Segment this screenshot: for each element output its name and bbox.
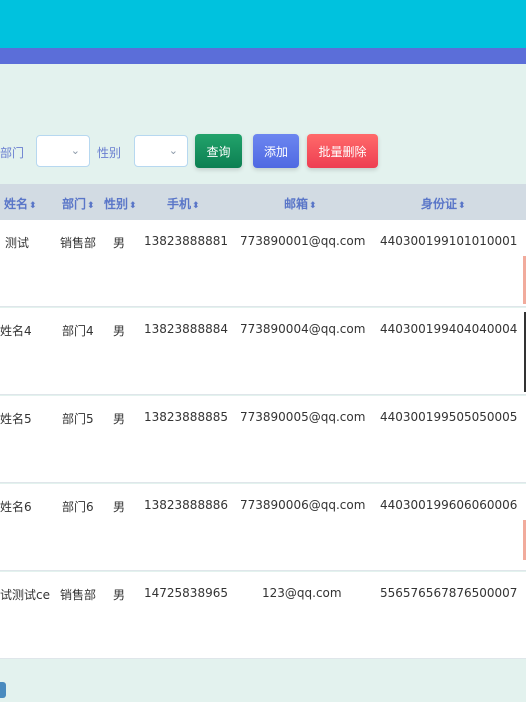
dept-filter-label: 部门 — [0, 146, 25, 160]
add-button[interactable]: 添加 — [253, 134, 299, 168]
sort-icon[interactable]: ⬍ — [309, 201, 317, 211]
column-header-dept[interactable]: 部门⬍ — [62, 195, 95, 212]
cell-id: 440300199101010001 — [380, 234, 518, 248]
cell-sex: 男 — [113, 588, 126, 602]
pagination-button[interactable] — [0, 682, 6, 698]
cell-phone: 13823888881 — [144, 234, 228, 248]
chevron-down-icon: ⌄ — [70, 144, 80, 157]
cell-dept: 部门6 — [62, 500, 94, 514]
cell-email: 773890005@qq.com — [240, 410, 366, 424]
cell-phone: 13823888884 — [144, 322, 228, 336]
cell-sex: 男 — [113, 324, 126, 338]
cell-id: 440300199505050005 — [380, 410, 518, 424]
cell-phone: 14725838965 — [144, 586, 228, 600]
table-row[interactable]: 测试 销售部 男 13823888881 773890001@qq.com 44… — [0, 220, 526, 307]
cell-name: 姓名5 — [0, 412, 32, 426]
cell-email: 773890004@qq.com — [240, 322, 366, 336]
sort-icon[interactable]: ⬍ — [458, 201, 466, 211]
cell-name: 姓名6 — [0, 500, 32, 514]
cell-id: 440300199404040004 — [380, 322, 518, 336]
cell-name: 姓名4 — [0, 324, 32, 338]
cell-sex: 男 — [113, 236, 126, 250]
table-header: 姓名⬍ 部门⬍ 性别⬍ 手机⬍ 邮箱⬍ 身份证⬍ — [0, 184, 526, 220]
sort-icon[interactable]: ⬍ — [87, 201, 95, 211]
cell-dept: 销售部 — [60, 588, 97, 602]
sort-icon[interactable]: ⬍ — [129, 201, 137, 211]
filter-bar: 部门 ⌄ 性别 ⌄ 查询 添加 批量删除 — [0, 134, 526, 170]
cell-dept: 部门5 — [62, 412, 94, 426]
cell-phone: 13823888886 — [144, 498, 228, 512]
cell-email: 773890001@qq.com — [240, 234, 366, 248]
column-header-id[interactable]: 身份证⬍ — [421, 195, 466, 212]
cell-email: 123@qq.com — [262, 586, 342, 600]
cell-sex: 男 — [113, 412, 126, 426]
chevron-down-icon: ⌄ — [168, 144, 178, 157]
cell-dept: 销售部 — [60, 236, 97, 250]
table-row[interactable]: 姓名5 部门5 男 13823888885 773890005@qq.com 4… — [0, 396, 526, 483]
table-row[interactable]: 试测试ce 销售部 男 14725838965 123@qq.com 55657… — [0, 572, 526, 659]
search-button[interactable]: 查询 — [195, 134, 242, 168]
column-header-email[interactable]: 邮箱⬍ — [284, 195, 317, 212]
top-header-bar — [0, 0, 526, 48]
batch-delete-button[interactable]: 批量删除 — [307, 134, 378, 168]
cell-sex: 男 — [113, 500, 126, 514]
sex-filter-label: 性别 — [97, 146, 122, 160]
cell-name: 测试 — [5, 236, 30, 250]
cell-id: 556576567876500007 — [380, 586, 518, 600]
cell-id: 440300199606060006 — [380, 498, 518, 512]
navigation-bar — [0, 48, 526, 64]
dept-select[interactable]: ⌄ — [36, 135, 90, 167]
column-header-name[interactable]: 姓名⬍ — [4, 195, 37, 212]
cell-phone: 13823888885 — [144, 410, 228, 424]
table-row[interactable]: 姓名4 部门4 男 13823888884 773890004@qq.com 4… — [0, 308, 526, 395]
sort-icon[interactable]: ⬍ — [192, 201, 200, 211]
cell-name: 试测试ce — [0, 588, 50, 602]
sort-icon[interactable]: ⬍ — [29, 201, 37, 211]
column-header-sex[interactable]: 性别⬍ — [104, 195, 137, 212]
cell-email: 773890006@qq.com — [240, 498, 366, 512]
cell-dept: 部门4 — [62, 324, 94, 338]
sex-select[interactable]: ⌄ — [134, 135, 188, 167]
column-header-phone[interactable]: 手机⬍ — [167, 195, 200, 212]
table-row[interactable]: 姓名6 部门6 男 13823888886 773890006@qq.com 4… — [0, 484, 526, 571]
